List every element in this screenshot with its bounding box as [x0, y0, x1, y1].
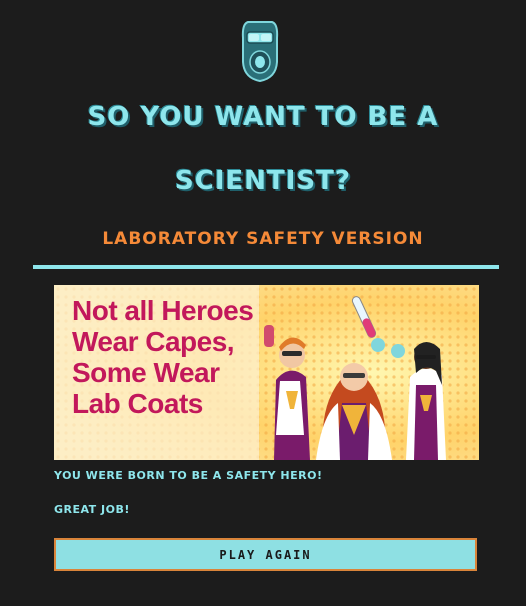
- banner-line-4: Lab Coats: [72, 388, 203, 419]
- page-title-line2: SCIENTIST?: [175, 166, 351, 196]
- play-again-button[interactable]: PLAY AGAIN: [54, 538, 477, 571]
- banner-line-1: Not all Heroes: [72, 295, 254, 326]
- safety-mask-logo-icon: [241, 21, 279, 83]
- page-subtitle: LABORATORY SAFETY VERSION: [102, 229, 424, 249]
- result-message: YOU WERE BORN TO BE A SAFETY HERO!: [54, 469, 323, 482]
- banner-caption: Not all Heroes Wear Capes, Some Wear Lab…: [72, 295, 262, 419]
- banner-line-3: Some Wear: [72, 357, 220, 388]
- header-divider: [33, 265, 499, 269]
- page-title-line1: SO YOU WANT TO BE A: [87, 102, 439, 132]
- result-praise: GREAT JOB!: [54, 503, 130, 516]
- hero-banner-image: Not all Heroes Wear Capes, Some Wear Lab…: [54, 285, 479, 460]
- banner-line-2: Wear Capes,: [72, 326, 235, 357]
